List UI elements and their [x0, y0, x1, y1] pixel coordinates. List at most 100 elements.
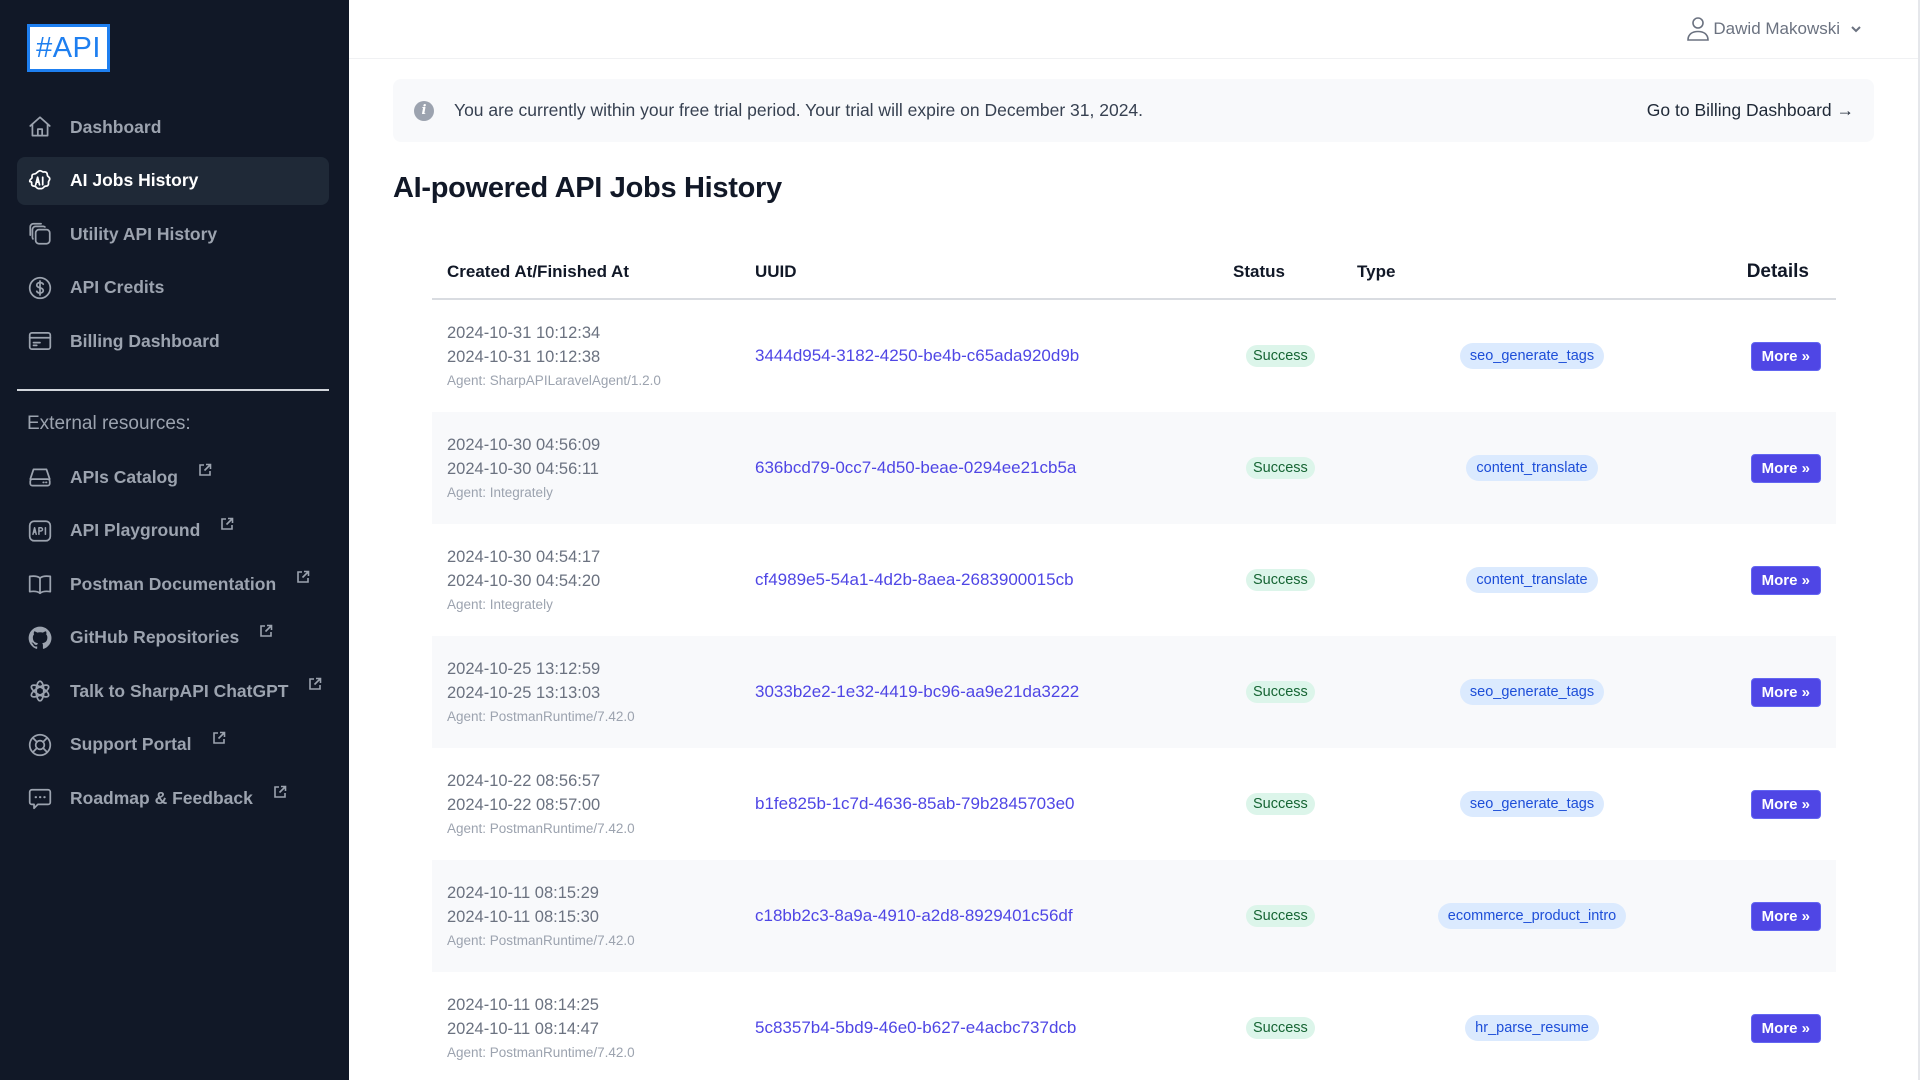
sidebar-item-ai-jobs-history[interactable]: AI Jobs History [17, 156, 329, 205]
status-badge: Success [1246, 681, 1315, 703]
type-badge: content_translate [1466, 567, 1598, 593]
type-badge: seo_generate_tags [1459, 343, 1605, 369]
finished-at: 2024-10-31 10:12:38 [447, 348, 601, 366]
sidebar-item-label: Roadmap & Feedback [70, 788, 253, 809]
column-header-type: Type [1357, 261, 1396, 281]
column-header-status: Status [1233, 261, 1285, 281]
chat-bubble-icon [27, 786, 53, 812]
billing-dashboard-link[interactable]: Go to Billing Dashboard → [1647, 100, 1854, 121]
sidebar-item-label: GitHub Repositories [70, 627, 240, 648]
agent-label: Agent: PostmanRuntime/7.42.0 [447, 932, 635, 948]
lifebuoy-icon [27, 732, 53, 758]
sidebar-item-label: AI Jobs History [70, 170, 199, 191]
more-button[interactable]: More » [1750, 677, 1821, 707]
sidebar-item-api-playground[interactable]: API Playground [17, 507, 329, 555]
server-icon [27, 464, 53, 490]
finished-at: 2024-10-11 08:15:30 [447, 908, 599, 926]
more-button[interactable]: More » [1750, 565, 1821, 595]
job-uuid-link[interactable]: cf4989e5-54a1-4d2b-8aea-2683900015cb [755, 570, 1074, 589]
trial-banner: i You are currently within your free tri… [393, 79, 1874, 142]
sidebar: #API Dashboard AI Jobs History Utility A… [0, 0, 349, 1080]
sidebar-item-label: Support Portal [70, 734, 192, 755]
column-header-details: Details [1746, 260, 1809, 282]
top-bar: Dawid Makowski [349, 0, 1920, 59]
sidebar-item-roadmap-feedback[interactable]: Roadmap & Feedback [17, 775, 329, 823]
status-badge: Success [1246, 793, 1315, 815]
created-at: 2024-10-22 08:56:57 [447, 771, 601, 790]
table-row: 2024-10-30 04:54:17 2024-10-30 04:54:20 … [432, 524, 1836, 636]
more-button[interactable]: More » [1750, 453, 1821, 483]
sidebar-item-utility-api-history[interactable]: Utility API History [17, 210, 329, 258]
book-icon [27, 571, 53, 597]
job-uuid-link[interactable]: 636bcd79-0cc7-4d50-beae-0294ee21cb5a [755, 458, 1076, 477]
finished-at: 2024-10-30 04:54:20 [447, 572, 601, 590]
job-uuid-link[interactable]: 3444d954-3182-4250-be4b-c65ada920d9b [755, 346, 1079, 365]
external-link-icon [296, 570, 310, 584]
status-badge: Success [1246, 457, 1315, 479]
created-at: 2024-10-25 13:12:59 [447, 659, 601, 678]
created-at: 2024-10-11 08:15:29 [447, 883, 599, 902]
sidebar-item-api-credits[interactable]: API Credits [17, 264, 329, 312]
created-at: 2024-10-30 04:56:09 [447, 435, 601, 454]
agent-label: Agent: Integrately [447, 596, 553, 612]
job-uuid-link[interactable]: c18bb2c3-8a9a-4910-a2d8-8929401c56df [755, 906, 1073, 925]
sidebar-item-billing-dashboard[interactable]: Billing Dashboard [17, 317, 329, 365]
table-row: 2024-10-31 10:12:34 2024-10-31 10:12:38 … [432, 300, 1836, 412]
sidebar-item-support-portal[interactable]: Support Portal [17, 721, 329, 769]
external-link-icon [198, 463, 212, 477]
status-badge: Success [1246, 1017, 1315, 1039]
table-body: 2024-10-31 10:12:34 2024-10-31 10:12:38 … [432, 300, 1836, 1080]
created-at: 2024-10-11 08:14:25 [447, 995, 599, 1014]
type-badge: ecommerce_product_intro [1437, 903, 1627, 929]
api-badge-icon [27, 518, 53, 544]
sidebar-item-apis-catalog[interactable]: APIs Catalog [17, 453, 329, 501]
table-row: 2024-10-22 08:56:57 2024-10-22 08:57:00 … [432, 748, 1836, 860]
type-badge: seo_generate_tags [1459, 679, 1605, 705]
more-button[interactable]: More » [1750, 789, 1821, 819]
job-uuid-link[interactable]: b1fe825b-1c7d-4636-85ab-79b2845703e0 [755, 794, 1075, 813]
agent-label: Agent: SharpAPILaravelAgent/1.2.0 [447, 372, 661, 388]
type-badge: content_translate [1466, 455, 1598, 481]
sidebar-item-dashboard[interactable]: Dashboard [17, 103, 329, 151]
created-at: 2024-10-30 04:54:17 [447, 547, 601, 566]
external-link-icon [273, 785, 287, 799]
external-link-icon [212, 731, 226, 745]
more-button[interactable]: More » [1750, 1013, 1821, 1043]
jobs-table: Created At/Finished At UUID Status Type … [432, 245, 1836, 1080]
status-badge: Success [1246, 345, 1315, 367]
column-header-uuid: UUID [755, 261, 797, 281]
external-resources-heading: External resources: [27, 413, 191, 434]
table-row: 2024-10-11 08:15:29 2024-10-11 08:15:30 … [432, 860, 1836, 972]
sidebar-item-label: Billing Dashboard [70, 330, 220, 351]
credit-card-icon [27, 328, 53, 354]
finished-at: 2024-10-11 08:14:47 [447, 1020, 599, 1038]
page-title: AI-powered API Jobs History [393, 172, 782, 204]
agent-label: Agent: PostmanRuntime/7.42.0 [447, 708, 635, 724]
external-link-icon [259, 624, 273, 638]
github-icon [27, 625, 53, 651]
sidebar-item-github-repositories[interactable]: GitHub Repositories [17, 614, 329, 662]
sidebar-item-talk-to-chatgpt[interactable]: Talk to SharpAPI ChatGPT [17, 667, 329, 715]
external-link-icon [308, 677, 322, 691]
sidebar-item-label: Utility API History [70, 223, 218, 244]
table-header: Created At/Finished At UUID Status Type … [432, 245, 1836, 300]
logo[interactable]: #API [27, 24, 110, 72]
user-name: Dawid Makowski [1713, 19, 1840, 38]
more-button[interactable]: More » [1750, 901, 1821, 931]
created-at: 2024-10-31 10:12:34 [447, 323, 601, 342]
sidebar-item-label: Postman Documentation [70, 573, 277, 594]
finished-at: 2024-10-25 13:13:03 [447, 684, 601, 702]
column-header-created: Created At/Finished At [447, 261, 629, 281]
sidebar-item-postman-documentation[interactable]: Postman Documentation [17, 560, 329, 608]
dollar-circle-icon [27, 275, 53, 301]
job-uuid-link[interactable]: 5c8357b4-5bd9-46e0-b627-e4acbc737dcb [755, 1018, 1076, 1037]
table-row: 2024-10-30 04:56:09 2024-10-30 04:56:11 … [432, 412, 1836, 524]
more-button[interactable]: More » [1750, 341, 1821, 371]
user-menu[interactable]: Dawid Makowski [1686, 16, 1862, 42]
finished-at: 2024-10-22 08:57:00 [447, 796, 601, 814]
type-badge: seo_generate_tags [1459, 791, 1605, 817]
agent-label: Agent: Integrately [447, 484, 553, 500]
job-uuid-link[interactable]: 3033b2e2-1e32-4419-bc96-aa9e21da3222 [755, 682, 1079, 701]
external-nav: APIs Catalog API Playground Postman Docu… [17, 453, 329, 828]
sidebar-divider [17, 389, 329, 391]
